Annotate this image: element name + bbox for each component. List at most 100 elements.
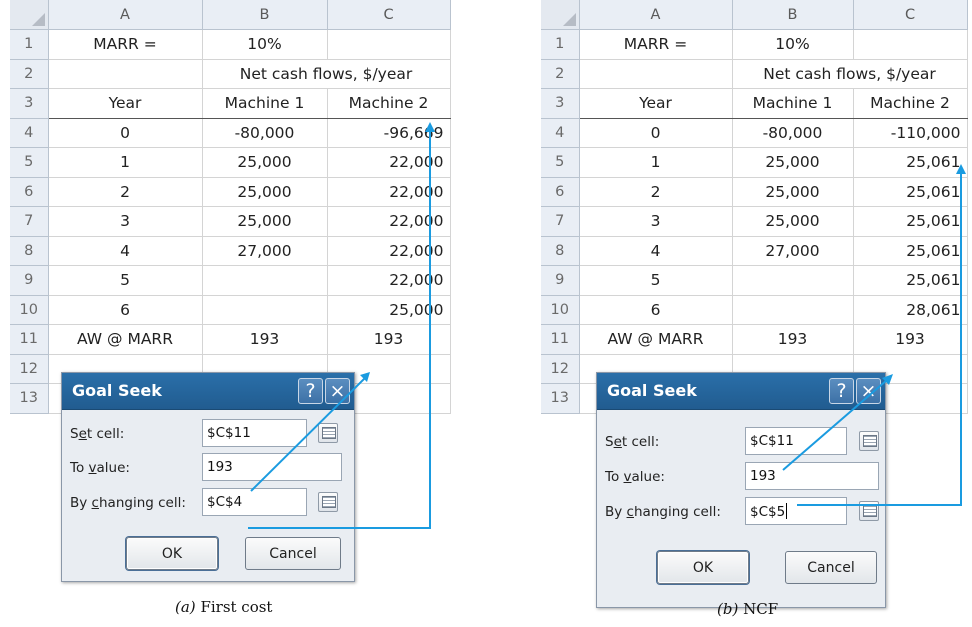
cancel-button[interactable]: Cancel [785, 551, 877, 584]
cell-c1[interactable] [853, 29, 968, 60]
row-header[interactable]: 12 [541, 354, 580, 384]
row-header[interactable]: 5 [10, 147, 49, 178]
collapse-dialog-icon[interactable] [859, 431, 879, 451]
cell-b7[interactable]: 25,000 [202, 206, 328, 237]
cell-c4[interactable]: -96,669 [327, 118, 451, 148]
cell-a3[interactable]: Year [48, 88, 203, 119]
row-header[interactable]: 8 [541, 236, 580, 266]
close-icon[interactable]: × [325, 378, 350, 404]
cell-a10[interactable]: 6 [48, 295, 203, 325]
row-header[interactable]: 3 [10, 88, 49, 119]
cell-b6[interactable]: 25,000 [732, 177, 854, 207]
cell-a5[interactable]: 1 [48, 147, 203, 178]
cell-a9[interactable]: 5 [579, 265, 733, 296]
row-header[interactable]: 2 [10, 59, 49, 89]
row-header[interactable]: 12 [10, 354, 49, 384]
select-all-corner[interactable] [541, 0, 580, 30]
dialog-titlebar[interactable]: Goal Seek ? × [62, 373, 354, 410]
row-header[interactable]: 10 [541, 295, 580, 325]
cell-a2[interactable] [48, 59, 203, 89]
collapse-dialog-icon[interactable] [318, 423, 338, 443]
cell-b10[interactable] [202, 295, 328, 325]
column-header-b[interactable]: B [732, 0, 854, 30]
cell-c8[interactable]: 25,061 [853, 236, 968, 266]
cell-c8[interactable]: 22,000 [327, 236, 451, 266]
by-changing-cell-input[interactable]: $C$5 [745, 497, 847, 525]
cell-c7[interactable]: 25,061 [853, 206, 968, 237]
row-header[interactable]: 7 [10, 206, 49, 237]
cell-a5[interactable]: 1 [579, 147, 733, 178]
cell-c3[interactable]: Machine 2 [853, 88, 968, 119]
cell-b8[interactable]: 27,000 [202, 236, 328, 266]
cell-a4[interactable]: 0 [579, 118, 733, 148]
column-header-a[interactable]: A [48, 0, 203, 30]
cell-c4[interactable]: -110,000 [853, 118, 968, 148]
cell-a7[interactable]: 3 [579, 206, 733, 237]
row-header[interactable]: 13 [10, 383, 49, 414]
row-header[interactable]: 6 [10, 177, 49, 207]
cell-b9[interactable] [202, 265, 328, 296]
select-all-corner[interactable] [10, 0, 49, 30]
column-header-c[interactable]: C [853, 0, 968, 30]
cell-a4[interactable]: 0 [48, 118, 203, 148]
cell-c1[interactable] [327, 29, 451, 60]
row-header[interactable]: 1 [541, 29, 580, 60]
to-value-input[interactable]: 193 [745, 462, 879, 490]
cell-a1[interactable]: MARR = [48, 29, 203, 60]
to-value-input[interactable]: 193 [202, 453, 342, 481]
cell-b6[interactable]: 25,000 [202, 177, 328, 207]
set-cell-input[interactable]: $C$11 [745, 427, 847, 455]
row-header[interactable]: 2 [541, 59, 580, 89]
cell-a8[interactable]: 4 [48, 236, 203, 266]
collapse-dialog-icon[interactable] [318, 492, 338, 512]
column-header-b[interactable]: B [202, 0, 328, 30]
row-header[interactable]: 1 [10, 29, 49, 60]
cell-a3[interactable]: Year [579, 88, 733, 119]
cell-b5[interactable]: 25,000 [732, 147, 854, 178]
ok-button[interactable]: OK [126, 537, 218, 570]
cell-b3[interactable]: Machine 1 [732, 88, 854, 119]
cell-a9[interactable]: 5 [48, 265, 203, 296]
column-header-a[interactable]: A [579, 0, 733, 30]
cell-c10[interactable]: 25,000 [327, 295, 451, 325]
cell-c9[interactable]: 22,000 [327, 265, 451, 296]
help-icon[interactable]: ? [829, 378, 854, 404]
row-header[interactable]: 4 [541, 118, 580, 148]
cell-b9[interactable] [732, 265, 854, 296]
cell-b1[interactable]: 10% [202, 29, 328, 60]
cell-c5[interactable]: 22,000 [327, 147, 451, 178]
row-header[interactable]: 11 [541, 324, 580, 355]
row-header[interactable]: 13 [541, 383, 580, 414]
cell-a10[interactable]: 6 [579, 295, 733, 325]
cell-b5[interactable]: 25,000 [202, 147, 328, 178]
cell-c11[interactable]: 193 [327, 324, 451, 355]
cell-c11[interactable]: 193 [853, 324, 968, 355]
cancel-button[interactable]: Cancel [245, 537, 341, 570]
row-header[interactable]: 3 [541, 88, 580, 119]
by-changing-cell-input[interactable]: $C$4 [202, 488, 307, 516]
cell-b10[interactable] [732, 295, 854, 325]
cell-a6[interactable]: 2 [48, 177, 203, 207]
cell-c9[interactable]: 25,061 [853, 265, 968, 296]
dialog-titlebar[interactable]: Goal Seek ? × [597, 373, 885, 410]
row-header[interactable]: 8 [10, 236, 49, 266]
help-icon[interactable]: ? [298, 378, 323, 404]
row-header[interactable]: 11 [10, 324, 49, 355]
cell-c10[interactable]: 28,061 [853, 295, 968, 325]
cell-a6[interactable]: 2 [579, 177, 733, 207]
cell-a11[interactable]: AW @ MARR [579, 324, 733, 355]
cell-c3[interactable]: Machine 2 [327, 88, 451, 119]
row-header[interactable]: 7 [541, 206, 580, 237]
cell-a7[interactable]: 3 [48, 206, 203, 237]
set-cell-input[interactable]: $C$11 [202, 419, 307, 447]
row-header[interactable]: 9 [541, 265, 580, 296]
cell-b8[interactable]: 27,000 [732, 236, 854, 266]
row-header[interactable]: 9 [10, 265, 49, 296]
cell-b2-net-cash-flows[interactable]: Net cash flows, $/year [202, 59, 451, 89]
cell-a2[interactable] [579, 59, 733, 89]
cell-a8[interactable]: 4 [579, 236, 733, 266]
row-header[interactable]: 10 [10, 295, 49, 325]
cell-b1[interactable]: 10% [732, 29, 854, 60]
cell-c5[interactable]: 25,061 [853, 147, 968, 178]
cell-b4[interactable]: -80,000 [202, 118, 328, 148]
